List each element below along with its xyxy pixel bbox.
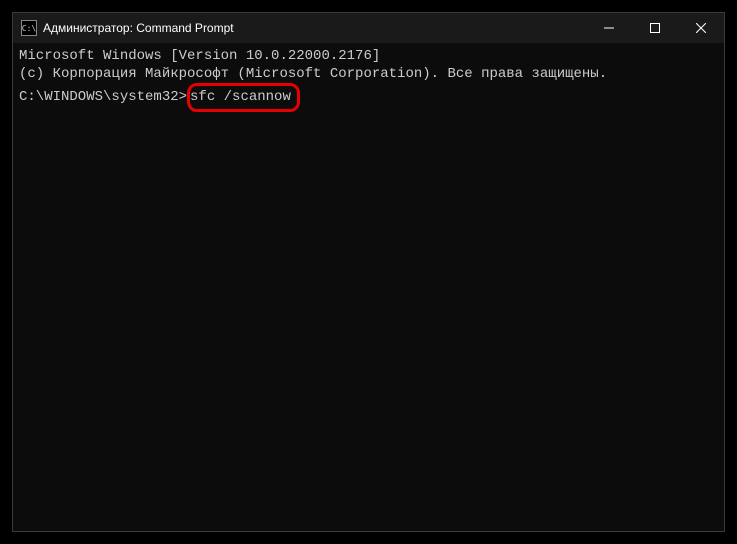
window-controls [586, 13, 724, 43]
close-button[interactable] [678, 13, 724, 43]
command-prompt-window: C:\ Администратор: Command Prompt Micros… [12, 12, 725, 532]
window-title: Администратор: Command Prompt [43, 21, 586, 35]
maximize-icon [650, 23, 660, 33]
close-icon [696, 23, 706, 33]
version-line: Microsoft Windows [Version 10.0.22000.21… [19, 47, 718, 65]
terminal-output[interactable]: Microsoft Windows [Version 10.0.22000.21… [13, 43, 724, 531]
minimize-icon [604, 23, 614, 33]
maximize-button[interactable] [632, 13, 678, 43]
prompt-line: C:\WINDOWS\system32>sfc /scannow [19, 83, 718, 111]
prompt-path: C:\WINDOWS\system32> [19, 88, 187, 106]
app-icon: C:\ [21, 20, 37, 36]
command-highlight: sfc /scannow [187, 83, 300, 111]
copyright-line: (c) Корпорация Майкрософт (Microsoft Cor… [19, 65, 718, 83]
titlebar[interactable]: C:\ Администратор: Command Prompt [13, 13, 724, 43]
command-text: sfc /scannow [190, 89, 291, 105]
minimize-button[interactable] [586, 13, 632, 43]
app-icon-label: C:\ [22, 24, 36, 33]
